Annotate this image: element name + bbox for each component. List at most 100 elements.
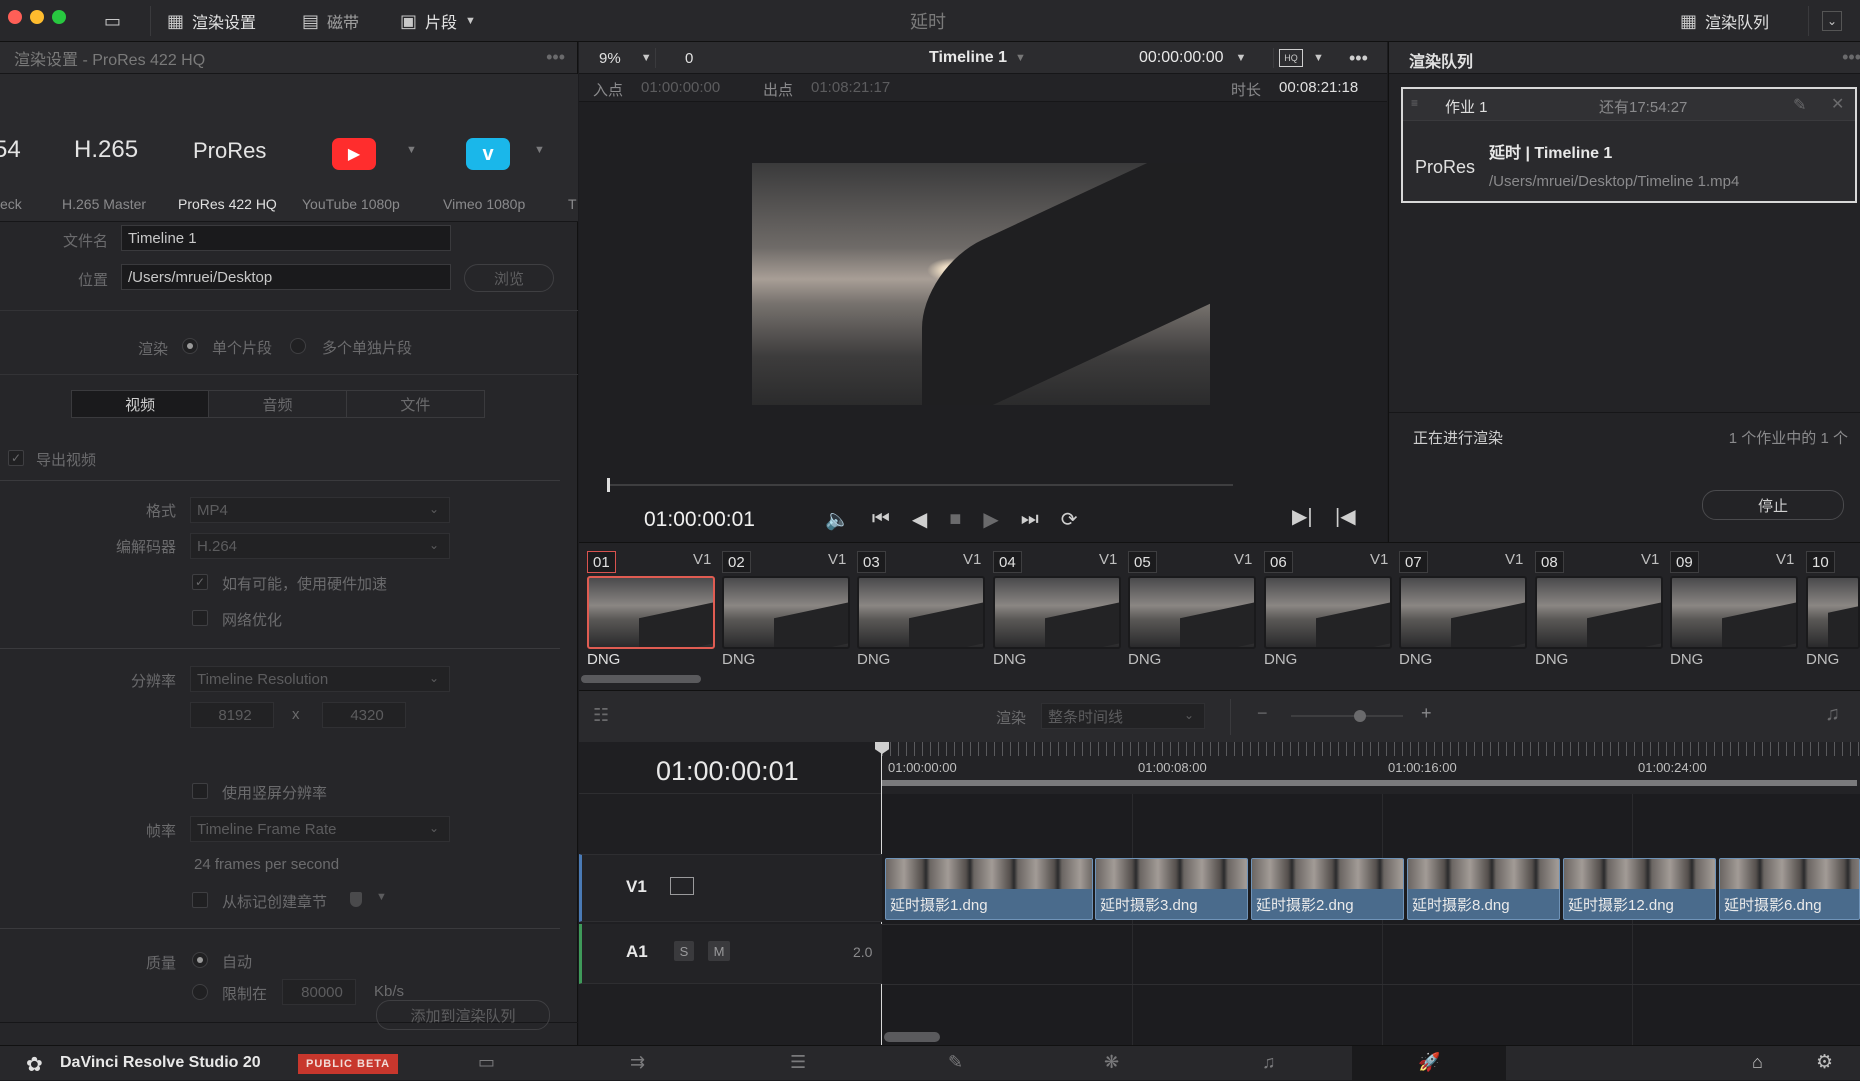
single-clip-radio[interactable] [182,338,198,354]
tab-audio[interactable]: 音频 [209,391,347,417]
reverse-icon[interactable]: ◀ [912,507,927,532]
gear-icon[interactable]: ⚙ [1816,1051,1833,1074]
clips-button[interactable]: ▣ 片段 ▼ [400,0,476,42]
export-video-checkbox[interactable]: ✓ [8,450,24,466]
timeline-selector[interactable]: Timeline 1 ▼ [929,42,1026,74]
bitrate-input[interactable]: 80000 [282,979,356,1005]
clip-thumbnail[interactable] [1535,576,1663,649]
close-window-button[interactable] [8,10,22,24]
vimeo-icon[interactable]: v [466,138,510,170]
chevron-down-icon[interactable]: ▼ [406,144,417,156]
clip-thumbnail[interactable] [1806,576,1860,649]
a1-track-header[interactable]: A1 S M 2.0 [579,924,882,984]
chevron-down-icon[interactable]: ▼ [641,52,652,64]
cut-page-icon[interactable]: ⇉ [630,1052,645,1073]
scrub-bar[interactable] [609,484,1233,486]
edit-page-icon[interactable]: ☰ [790,1052,806,1073]
more-options-icon[interactable]: ••• [546,47,565,68]
in-value[interactable]: 01:00:00:00 [641,79,720,96]
mute-button[interactable]: M [708,941,730,961]
resolution-height-input[interactable]: 4320 [322,702,406,728]
framerate-select[interactable]: Timeline Frame Rate ⌄ [190,816,450,842]
quality-limit-radio[interactable] [192,984,208,1000]
timeline-clip[interactable]: 延时摄影2.dng [1251,858,1404,920]
clip-thumbnail[interactable] [1264,576,1392,649]
timeline-clip[interactable]: 延时摄影3.dng [1095,858,1248,920]
stop-render-button[interactable]: 停止 [1702,490,1844,520]
deliver-page-tab[interactable]: 🚀 [1352,1046,1506,1081]
media-page-icon[interactable]: ▭ [478,1052,495,1073]
drag-handle-icon[interactable]: ≡ [1411,96,1418,110]
expand-menu-button[interactable]: ⌄ [1822,0,1842,42]
clip-thumbnail[interactable] [1399,576,1527,649]
clip-thumbnail[interactable] [1128,576,1256,649]
out-value[interactable]: 01:08:21:17 [811,79,890,96]
color-page-icon[interactable]: ❋ [1104,1052,1119,1073]
timeline-clip[interactable]: 延时摄影1.dng [885,858,1093,920]
v1-track-header[interactable]: V1 [579,854,882,922]
timecode-display[interactable]: 00:00:00:00 ▼ [1139,42,1246,74]
tape-button[interactable]: ▤ 磁带 [302,0,359,42]
skip-to-start-icon[interactable]: ⏮ [872,508,890,531]
play-icon[interactable]: ▶ [983,507,998,532]
zoom-in-icon[interactable]: + [1421,703,1432,724]
preset-h265-title[interactable]: H.265 [74,136,138,164]
tab-file[interactable]: 文件 [347,391,484,417]
render-settings-button[interactable]: ▦ 渲染设置 [167,0,256,42]
monitor-icon[interactable]: ▭ [104,0,121,42]
quality-auto-radio[interactable] [192,952,208,968]
clip-thumbnail[interactable] [857,576,985,649]
zoom-level[interactable]: 9% [599,50,621,67]
prev-frame-icon[interactable]: |◀ [1335,504,1356,529]
fairlight-page-icon[interactable]: ♫ [1262,1052,1276,1073]
chapters-checkbox[interactable] [192,892,208,908]
format-select[interactable]: MP4 ⌄ [190,497,450,523]
preset-title[interactable]: 54 [0,136,21,164]
marker-icon[interactable] [350,892,362,907]
clip-thumbnail[interactable] [587,576,715,649]
network-opt-checkbox[interactable] [192,610,208,626]
zoom-out-icon[interactable]: − [1257,703,1268,724]
tab-video[interactable]: 视频 [72,391,210,417]
render-range-select[interactable]: 整条时间线 ⌄ [1041,703,1205,729]
edit-icon[interactable]: ✎ [1793,95,1806,115]
film-strip-icon[interactable] [670,877,694,895]
timeline-clip[interactable]: 延时摄影12.dng [1563,858,1716,920]
queue-more-icon[interactable]: ••• [1842,47,1860,68]
resolution-width-input[interactable]: 8192 [190,702,274,728]
clip-thumbnail[interactable] [722,576,850,649]
skip-to-end-icon[interactable]: ⏭ [1021,508,1039,531]
stop-icon[interactable]: ■ [949,508,961,531]
youtube-icon[interactable]: ▶ [332,138,376,170]
chevron-down-icon[interactable]: ▼ [534,144,545,156]
location-input[interactable]: /Users/mruei/Desktop [121,264,451,290]
close-icon[interactable]: ✕ [1831,94,1844,114]
timeline-clip[interactable]: 延时摄影8.dng [1407,858,1560,920]
viewer-more-icon[interactable]: ••• [1349,42,1368,74]
viewer-quality-button[interactable]: HQ ▼ [1279,42,1324,74]
home-icon[interactable]: ⌂ [1752,1052,1763,1073]
timeline-scrollbar[interactable] [884,1032,940,1042]
multi-clip-radio[interactable] [290,338,306,354]
playhead-marker[interactable] [607,478,610,492]
add-to-queue-button[interactable]: 添加到渲染队列 [376,1000,550,1030]
zoom-window-button[interactable] [52,10,66,24]
browse-button[interactable]: 浏览 [464,264,554,292]
timeline-ruler[interactable]: 01:00:00:00 01:00:08:00 01:00:16:00 01:0… [882,742,1860,794]
next-frame-icon[interactable]: ▶| [1292,504,1313,529]
minimize-window-button[interactable] [30,10,44,24]
resolution-select[interactable]: Timeline Resolution ⌄ [190,666,450,692]
render-queue-button[interactable]: ▦ 渲染队列 [1680,0,1769,42]
hw-accel-checkbox[interactable]: ✓ [192,574,208,590]
loop-icon[interactable]: ⟳ [1061,507,1078,532]
render-in-out-icon[interactable]: ☷ [593,705,609,726]
clip-thumbnail[interactable] [993,576,1121,649]
codec-select[interactable]: H.264 ⌄ [190,533,450,559]
queue-job-card[interactable]: ≡ 作业 1 还有17:54:27 ✎ ✕ ProRes 延时 | Timeli… [1401,87,1857,203]
fusion-page-icon[interactable]: ✎ [948,1052,963,1073]
timeline-clip[interactable]: 延时摄影6.dng [1719,858,1860,920]
filename-input[interactable]: Timeline 1 [121,225,451,251]
strip-scrollbar[interactable] [581,675,701,683]
vertical-res-checkbox[interactable] [192,783,208,799]
chevron-down-icon[interactable]: ▼ [376,891,387,903]
